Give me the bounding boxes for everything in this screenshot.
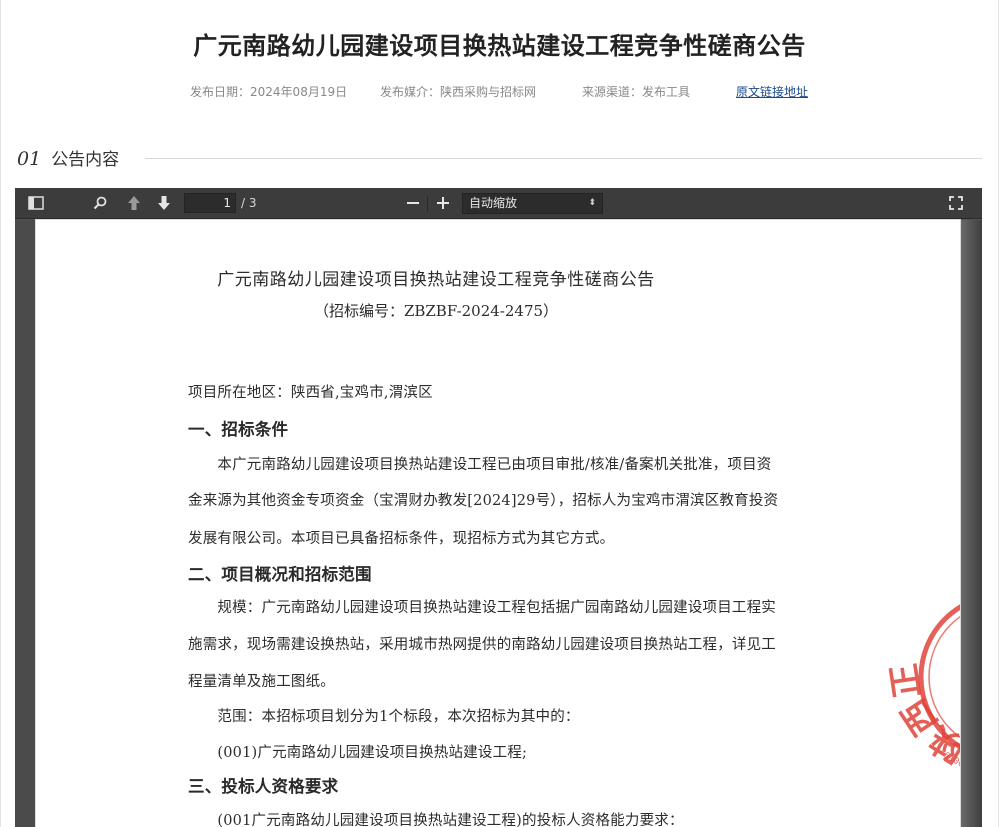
document-paragraph-line: 施需求，现场需建设换热站，采用城市热网提供的南路幼儿园建设项目换热站工程，详见工 — [188, 637, 776, 653]
page-number-input[interactable]: 1 — [184, 193, 236, 213]
document-heading: 三、投标人资格要求 — [188, 777, 339, 796]
search-icon[interactable] — [88, 192, 112, 214]
fullscreen-icon[interactable] — [944, 192, 968, 214]
select-arrows-icon: ⬍ — [588, 198, 596, 208]
publish-date: 发布日期：2024年08月19日 — [190, 85, 348, 99]
viewer-gutter-right — [960, 220, 982, 827]
pdf-page: 广元南路幼儿园建设项目换热站建设工程竞争性磋商公告 （招标编号：ZBZBF-20… — [36, 220, 960, 827]
document-paragraph-line: 发展有限公司。本项目已具备招标条件，现招标方式为其它方式。 — [188, 531, 615, 547]
document-paragraph-line: 金来源为其他资金专项资金（宝渭财办教发[2024]29号），招标人为宝鸡市渭滨区… — [188, 493, 779, 509]
arrow-down-icon[interactable] — [152, 192, 176, 214]
document-paragraph-line: 范围：本招标项目划分为1个标段，本次招标为其中的： — [188, 709, 580, 725]
section-title: 公告内容 — [51, 150, 120, 170]
original-link[interactable]: 原文链接地址 — [736, 83, 808, 100]
arrow-up-icon[interactable] — [122, 192, 146, 214]
section-heading: 01 公告内容 — [17, 145, 119, 170]
document-title: 广元南路幼儿园建设项目换热站建设工程竞争性磋商公告 — [217, 270, 655, 290]
document-paragraph-line: 规模：广元南路幼儿园建设项目换热站建设工程包括据广园南路幼儿园建设项目工程实 — [188, 600, 776, 616]
pdf-viewer[interactable]: 1 / 3 自动缩放 ⬍ 广元南路幼儿园建设项目换热站建设工程竞争性磋商公告 （… — [15, 188, 982, 827]
minus-icon[interactable] — [401, 192, 425, 214]
section-number: 01 — [17, 148, 42, 170]
page-total: / 3 — [241, 196, 257, 210]
document-paragraph-line: (001)广元南路幼儿园建设项目换热站建设工程; — [188, 745, 528, 761]
document-paragraph-line: (001广元南路幼儿园建设项目换热站建设工程)的投标人资格能力要求： — [188, 813, 684, 827]
document-code: （招标编号：ZBZBF-2024-2475） — [313, 302, 559, 320]
sidebar-toggle-icon[interactable] — [24, 192, 48, 214]
plus-icon[interactable] — [431, 192, 455, 214]
viewer-gutter-left — [15, 220, 36, 827]
zoom-select[interactable]: 自动缩放 ⬍ — [462, 193, 603, 214]
page-title: 广元南路幼儿园建设项目换热站建设工程竞争性磋商公告 — [193, 32, 806, 60]
document-heading: 一、招标条件 — [188, 420, 289, 439]
document-paragraph-line: 本广元南路幼儿园建设项目换热站建设工程已由项目审批/核准/备案机关批准，项目资 — [188, 457, 772, 473]
official-seal: 陕西正 610000 — [888, 604, 960, 770]
section-divider — [145, 158, 982, 159]
zoom-value: 自动缩放 — [469, 196, 518, 210]
pdf-toolbar: 1 / 3 自动缩放 ⬍ — [15, 188, 982, 219]
document-paragraph-line: 程量清单及施工图纸。 — [188, 674, 335, 690]
document-heading: 二、项目概况和招标范围 — [188, 565, 372, 584]
source-channel: 来源渠道：发布工具 — [582, 85, 691, 99]
toolbar-separator — [427, 196, 428, 212]
publish-media: 发布媒介：陕西采购与招标网 — [380, 85, 537, 99]
document-paragraph-line: 项目所在地区：陕西省,宝鸡市,渭滨区 — [188, 385, 433, 401]
